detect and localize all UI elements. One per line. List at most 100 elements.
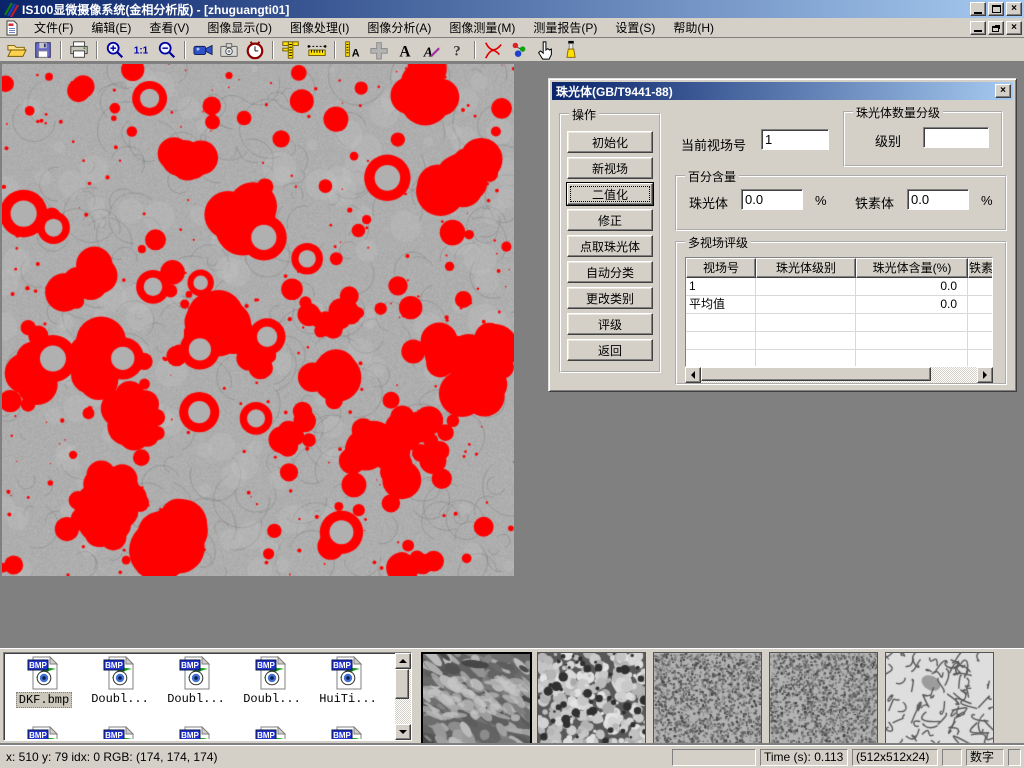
toolbar-measure-text-button[interactable]: A <box>340 39 366 61</box>
toolbar-zoom-in-button[interactable] <box>102 39 128 61</box>
change-class-button[interactable]: 更改类别 <box>567 287 653 309</box>
hscroll-track[interactable] <box>701 367 977 383</box>
title-bar: IS100显微摄像系统(金相分析版) - [zhuguangti01] × <box>0 0 1024 18</box>
bmp-icon: BMP <box>27 656 61 690</box>
thumbnail-2[interactable] <box>537 652 646 745</box>
file-item-partial[interactable]: BMP <box>159 726 233 739</box>
file-item[interactable]: BMPDKF.bmp <box>7 656 81 724</box>
toolbar-curve-button[interactable] <box>480 39 506 61</box>
dialog-title-bar[interactable]: 珠光体(GB/T9441-88) × <box>552 82 1013 100</box>
svg-text:BMP: BMP <box>105 661 123 670</box>
binarize-button[interactable]: 二值化 <box>567 183 653 205</box>
vscroll-track[interactable] <box>395 669 411 724</box>
file-item[interactable]: BMPHuiTi... <box>311 656 385 724</box>
rating-table-cell <box>968 296 993 314</box>
toolbar-ruler-button[interactable] <box>304 39 330 61</box>
thumbnail-3[interactable] <box>653 652 762 745</box>
toolbar-open-button[interactable] <box>4 39 30 61</box>
close-button[interactable]: × <box>1006 2 1022 16</box>
pearlite-unit: % <box>815 193 827 208</box>
file-item-partial[interactable]: BMP <box>235 726 309 739</box>
rating-column-header[interactable]: 珠光体含量(%) <box>856 258 968 278</box>
maximize-button[interactable] <box>988 2 1004 16</box>
ferrite-percent-input[interactable] <box>907 189 969 210</box>
toolbar-actual-size-button[interactable]: 1:1 <box>128 39 154 61</box>
menu-edit[interactable]: 编辑(E) <box>82 17 140 38</box>
toolbar-save-button[interactable] <box>30 39 56 61</box>
menu-help[interactable]: 帮助(H) <box>664 17 723 38</box>
file-browser-vscrollbar[interactable] <box>395 653 411 740</box>
vscroll-thumb[interactable] <box>395 669 409 699</box>
workspace: 珠光体(GB/T9441-88) × 操作 初始化新视场二值化修正点取珠光体自动… <box>0 62 1024 648</box>
pick-pearlite-button[interactable]: 点取珠光体 <box>567 235 653 257</box>
toolbar-caliper-button[interactable] <box>278 39 304 61</box>
toolbar-zoom-out-button[interactable] <box>154 39 180 61</box>
toolbar-print-button[interactable] <box>66 39 92 61</box>
toolbar-particles-button[interactable] <box>506 39 532 61</box>
menu-image-analysis[interactable]: 图像分析(A) <box>358 17 440 38</box>
rating-column-header[interactable]: 珠光体级别 <box>756 258 856 278</box>
metallographic-image[interactable] <box>2 64 514 576</box>
toolbar: 1:1AAA? <box>0 38 1024 62</box>
rating-table-row[interactable] <box>686 332 992 350</box>
mdi-restore-button[interactable] <box>988 21 1004 35</box>
thumbnail-5[interactable] <box>885 652 994 745</box>
scroll-left-icon[interactable] <box>685 367 701 383</box>
toolbar-help-button[interactable]: ? <box>444 39 470 61</box>
rating-table-hscrollbar[interactable] <box>685 367 993 383</box>
rating-table-row[interactable]: 10.0 <box>686 278 992 296</box>
grade-button[interactable]: 评级 <box>567 313 653 335</box>
menu-file[interactable]: 文件(F) <box>25 17 82 38</box>
menu-measure-report[interactable]: 测量报告(P) <box>524 17 606 38</box>
file-item[interactable]: BMPDoubl... <box>235 656 309 724</box>
minimize-button[interactable] <box>970 2 986 16</box>
toolbar-hand-button[interactable] <box>532 39 558 61</box>
pearlite-percent-input[interactable] <box>741 189 803 210</box>
return-button[interactable]: 返回 <box>567 339 653 361</box>
toolbar-capture-button[interactable] <box>216 39 242 61</box>
new-field-button[interactable]: 新视场 <box>567 157 653 179</box>
file-item-partial[interactable]: BMP <box>311 726 385 739</box>
toolbar-brush-button[interactable] <box>558 39 584 61</box>
scroll-up-icon[interactable] <box>395 653 411 669</box>
rating-table-row[interactable] <box>686 314 992 332</box>
scroll-down-icon[interactable] <box>395 724 411 740</box>
file-item-partial[interactable]: BMP <box>7 726 81 739</box>
file-item-partial[interactable]: BMP <box>83 726 157 739</box>
toolbar-timer-button[interactable] <box>242 39 268 61</box>
rating-table-cell <box>968 278 993 296</box>
menu-image-display[interactable]: 图像显示(D) <box>198 17 281 38</box>
hscroll-thumb[interactable] <box>701 367 931 381</box>
dialog-close-button[interactable]: × <box>995 84 1011 98</box>
initialize-button[interactable]: 初始化 <box>567 131 653 153</box>
toolbar-text-button[interactable]: A <box>392 39 418 61</box>
auto-classify-button[interactable]: 自动分类 <box>567 261 653 283</box>
menu-settings[interactable]: 设置(S) <box>606 17 664 38</box>
file-item[interactable]: BMPDoubl... <box>83 656 157 724</box>
file-item[interactable]: BMPDoubl... <box>159 656 233 724</box>
scroll-right-icon[interactable] <box>977 367 993 383</box>
toolbar-separator <box>96 41 98 59</box>
rating-table-cell <box>756 296 856 314</box>
text-icon: A <box>394 40 416 60</box>
correct-button[interactable]: 修正 <box>567 209 653 231</box>
menu-view[interactable]: 查看(V) <box>140 17 198 38</box>
grade-input[interactable] <box>923 127 989 148</box>
grade-group-title: 珠光体数量分级 <box>853 104 943 121</box>
rating-column-header[interactable]: 铁素体含量(%) <box>968 258 993 278</box>
toolbar-annotate-button[interactable]: A <box>418 39 444 61</box>
current-field-input[interactable] <box>761 129 829 150</box>
svg-text:?: ? <box>453 43 460 59</box>
rating-table-row[interactable] <box>686 350 992 367</box>
thumbnail-4[interactable] <box>769 652 878 745</box>
rating-table-row[interactable]: 平均值0.0 <box>686 296 992 314</box>
menu-image-process[interactable]: 图像处理(I) <box>281 17 358 38</box>
menu-image-measure[interactable]: 图像测量(M) <box>440 17 524 38</box>
toolbar-video-camera-button[interactable] <box>190 39 216 61</box>
rating-table-cell: 0.0 <box>856 296 968 314</box>
toolbar-move-button[interactable] <box>366 39 392 61</box>
mdi-minimize-button[interactable] <box>970 21 986 35</box>
mdi-close-button[interactable]: × <box>1006 21 1022 35</box>
thumbnail-1[interactable] <box>421 652 532 747</box>
rating-column-header[interactable]: 视场号 <box>686 258 756 278</box>
